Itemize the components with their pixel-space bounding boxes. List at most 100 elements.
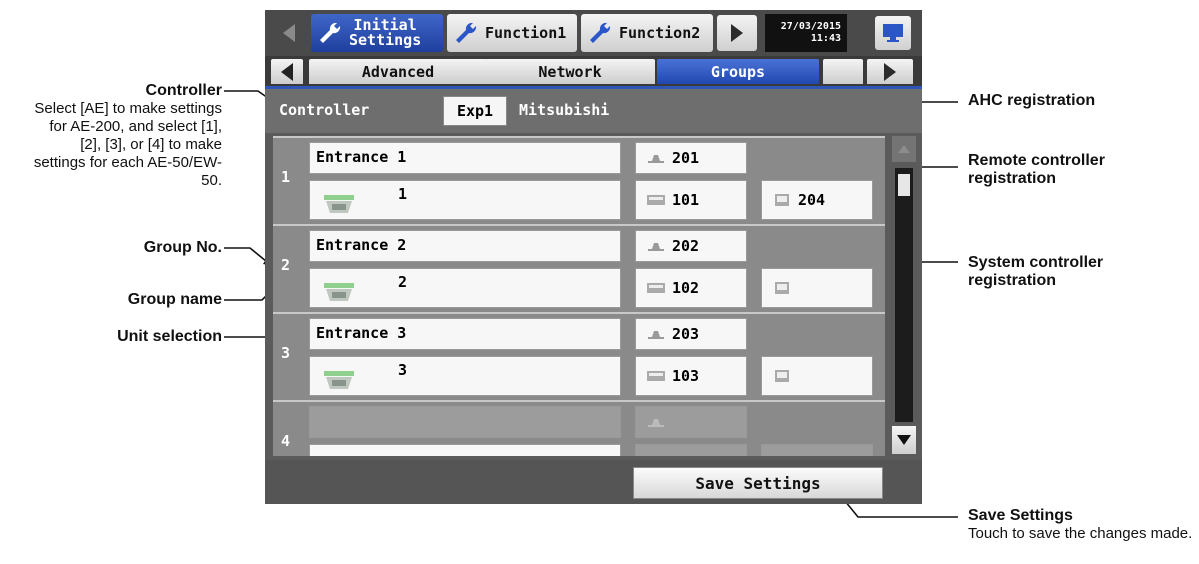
unit-number: 1 [398,185,408,203]
callout-save-title: Save Settings [968,507,1073,524]
callout-group-name: Group name [127,291,222,308]
wrench-icon [590,22,611,43]
scroll-track[interactable] [895,168,913,422]
scroll-up-button[interactable] [892,136,916,162]
ahc-registration-button[interactable]: 202 [635,230,747,262]
chevron-left-icon [281,62,293,81]
group-number: 3 [281,344,291,362]
group-row: 3 Entrance 3 3 203 103 [273,312,885,400]
ahc-icon [648,331,664,339]
ahc-icon [648,243,664,251]
tab-function1-label: Function1 [485,24,567,42]
remote-controller-button[interactable]: 103 [635,356,747,396]
ahc-registration-button[interactable]: 201 [635,142,747,174]
group-row: 1 Entrance 1 1 201 101 204 [273,136,885,224]
system-controller-icon [775,194,789,206]
controller-name: Mitsubishi [519,101,610,119]
callout-controller-title: Controller [145,82,222,99]
controller-select-button[interactable]: Exp1 [443,96,507,126]
system-controller-button[interactable] [761,268,873,308]
group-number: 2 [281,256,291,274]
unit-selection-button[interactable]: 3 [309,356,621,396]
group-name-field[interactable]: Entrance 1 [309,142,621,174]
scroll-down-button[interactable] [892,426,916,454]
sub-prev-button[interactable] [271,59,303,84]
callout-controller-desc: Select [AE] to make settings for AE-200,… [33,100,222,189]
remote-controller-button[interactable] [635,444,747,456]
group-row: 2 Entrance 2 2 202 102 [273,224,885,312]
system-controller-icon [775,370,789,382]
remote-controller-icon [647,371,665,381]
unit-selection-button[interactable] [309,444,621,456]
ahc-address: 201 [672,149,700,167]
unit-number: 3 [398,361,408,379]
wrench-icon [320,22,341,43]
callout-system-controller: System controller registration [968,254,1104,289]
chevron-up-icon [898,145,910,153]
chevron-right-icon [731,24,743,42]
group-number: 4 [281,432,291,450]
controller-row: Controller Exp1 Mitsubishi [265,89,922,133]
remote-controller-address: 101 [672,191,700,209]
chevron-right-icon [884,62,896,81]
system-controller-address: 204 [798,191,826,209]
save-settings-button[interactable]: Save Settings [633,467,883,499]
callout-ahc-registration: AHC registration [968,92,1096,109]
group-list: 1 Entrance 1 1 201 101 204 2 Entrance 2 [273,136,885,456]
air-conditioner-icon [324,371,354,389]
sub-tab-bar: Advanced Network Groups [265,56,922,89]
remote-controller-icon [647,195,665,205]
remote-controller-button[interactable]: 102 [635,268,747,308]
callout-remote-controller: Remote controller registration [968,152,1105,187]
ahc-registration-button[interactable]: 203 [635,318,747,350]
group-name-field[interactable]: Entrance 3 [309,318,621,350]
remote-controller-button[interactable]: 101 [635,180,747,220]
tab-initial-settings-line2: Settings [349,31,422,49]
chevron-left-icon [283,24,295,42]
group-row: 4 [273,400,885,456]
sub-next-button[interactable] [867,59,913,84]
group-name-field[interactable]: Entrance 2 [309,230,621,262]
wrench-icon [456,22,477,43]
system-controller-button[interactable] [761,444,873,456]
monitor-icon [883,24,903,42]
unit-number: 2 [398,273,408,291]
ahc-address: 202 [672,237,700,255]
subtab-network[interactable]: Network [485,59,655,84]
remote-controller-address: 102 [672,279,700,297]
scroll-thumb[interactable] [898,174,910,196]
remote-controller-icon [647,283,665,293]
tab-initial-settings[interactable]: Initial Settings [311,14,443,52]
subtab-blank[interactable] [823,59,863,84]
system-controller-button[interactable]: 204 [761,180,873,220]
datetime-display: 27/03/2015 11:43 [765,14,847,52]
callout-save-desc: Touch to save the changes made. [968,525,1193,542]
monitor-button[interactable] [875,16,911,50]
subtab-advanced[interactable]: Advanced [309,59,487,84]
callout-controller: Controller Select [AE] to make settings … [30,82,222,190]
unit-selection-button[interactable]: 2 [309,268,621,308]
group-name-field[interactable] [309,406,621,438]
air-conditioner-icon [324,195,354,213]
tab-function1[interactable]: Function1 [447,14,577,52]
time-text: 11:43 [810,33,841,44]
unit-selection-button[interactable]: 1 [309,180,621,220]
group-number: 1 [281,168,291,186]
scrollbar[interactable] [890,136,918,456]
ahc-address: 203 [672,325,700,343]
chevron-down-icon [897,435,911,445]
remote-controller-address: 103 [672,367,700,385]
system-controller-button[interactable] [761,356,873,396]
date-text: 27/03/2015 [780,21,841,32]
system-controller-icon [775,282,789,294]
next-tab-button[interactable] [717,15,757,51]
top-tab-bar: Initial Settings Function1 Function2 27/… [265,10,922,56]
device-screen: Initial Settings Function1 Function2 27/… [265,10,922,504]
prev-tab-button[interactable] [269,15,309,51]
tab-function2[interactable]: Function2 [581,14,713,52]
subtab-groups[interactable]: Groups [657,59,819,84]
air-conditioner-icon [324,283,354,301]
callout-save-settings: Save Settings Touch to save the changes … [968,507,1193,543]
ahc-registration-button[interactable] [635,406,747,438]
callout-unit-selection: Unit selection [117,328,222,345]
